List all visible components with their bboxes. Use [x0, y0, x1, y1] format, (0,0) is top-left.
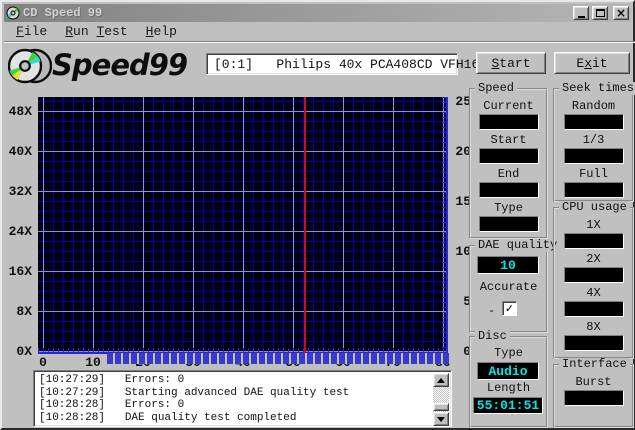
header-buttons: Start Exit — [476, 52, 630, 74]
cpu-1x-label: 1X — [586, 218, 601, 232]
maximize-button[interactable] — [592, 6, 608, 20]
maximize-icon — [595, 9, 605, 17]
seek-times-panel-title: Seek times — [559, 82, 635, 95]
cpu-2x-label: 2X — [586, 252, 601, 266]
interface-burst-display — [563, 390, 624, 406]
log-box: [10:27:29] Errors: 0 [10:27:29] Starting … — [33, 370, 452, 427]
right-axis-ruler — [442, 97, 448, 354]
cpu-8x-label: 8X — [586, 320, 601, 334]
seek-times-panel-body: Random 1/3 Full — [555, 90, 632, 198]
drive-select-value: [0:1] Philips 40x PCA408CD VFH16 — [214, 56, 480, 72]
accurate-checkbox[interactable]: ✓ — [502, 301, 517, 316]
seek-full-label: Full — [579, 167, 608, 181]
cpu-4x-display — [563, 301, 624, 317]
log-line: [10:28:28] DAE quality test completed — [39, 411, 297, 424]
menu-item-run-test[interactable]: Run Test — [56, 22, 136, 42]
arrow-down-icon — [437, 416, 445, 422]
menu-item-file[interactable]: File — [7, 22, 56, 42]
scroll-up-button[interactable] — [433, 373, 449, 387]
interface-panel-body: Burst — [555, 366, 632, 406]
close-icon: × — [615, 6, 627, 20]
left-axis-tick: 24X — [8, 224, 32, 239]
scroll-down-button[interactable] — [433, 412, 449, 426]
speed-current-label: Current — [483, 99, 534, 113]
menubar: File Run Test Help — [4, 22, 635, 42]
speed-panel-title: Speed — [475, 82, 518, 95]
speed-end-display — [478, 182, 539, 198]
seek-1-3-label: 1/3 — [582, 133, 605, 147]
accurate-dash-label: - — [488, 304, 496, 318]
cpu-4x-label: 4X — [586, 286, 601, 300]
left-axis-labels: 48X 40X 32X 24X 16X 8X 0X — [2, 97, 35, 359]
cd-speed-logo-icon — [8, 48, 52, 84]
cpu-usage-panel-title: CPU usage — [559, 201, 630, 214]
dae-quality-panel: DAE quality 10 Accurate - ✓ — [469, 239, 561, 333]
left-axis-tick: 0X — [16, 344, 32, 359]
drive-select[interactable]: [0:1] Philips 40x PCA408CD VFH16 — [206, 53, 490, 75]
start-button[interactable]: Start — [476, 52, 546, 74]
left-axis-tick: 40X — [8, 144, 32, 159]
titlebar[interactable]: CD Speed 99 × — [4, 4, 631, 22]
seek-full-display — [563, 182, 624, 198]
disc-type-display: Audio — [477, 362, 539, 380]
speed-panel: Speed Current Start End Type — [469, 82, 548, 239]
arrow-up-icon — [437, 377, 445, 383]
interface-panel: Interface Burst — [553, 358, 634, 428]
left-axis-tick: 48X — [8, 104, 32, 119]
interface-panel-title: Interface — [559, 358, 630, 371]
cpu-2x-display — [563, 267, 624, 283]
seek-1-3-display — [563, 148, 624, 164]
exit-button[interactable]: Exit — [554, 52, 630, 74]
seek-random-label: Random — [571, 99, 616, 113]
speed-panel-body: Current Start End Type — [471, 90, 546, 232]
log-lines: [10:27:29] Errors: 0 [10:27:29] Starting … — [39, 374, 429, 424]
speed-current-display — [478, 114, 539, 130]
app-logo-text: Speed99 — [52, 48, 188, 82]
log-line: [10:27:29] Errors: 0 — [39, 374, 185, 386]
scrollbar-thumb[interactable] — [433, 403, 449, 411]
x-axis-tick: 0 — [39, 355, 47, 370]
minimize-icon — [577, 15, 585, 18]
app-window: CD Speed 99 × File Run Test Help Speed99 [… — [0, 0, 635, 430]
disc-length-display: 55:01:51 — [473, 397, 543, 414]
x-axis-tick: 10 — [85, 355, 101, 370]
disc-length-label: Length — [486, 381, 531, 395]
dae-quality-panel-title: DAE quality — [475, 239, 561, 252]
left-axis-tick: 16X — [8, 264, 32, 279]
accurate-label: Accurate — [479, 280, 538, 294]
cpu-usage-panel: CPU usage 1X 2X 4X 8X — [553, 201, 634, 359]
cpu-usage-panel-body: 1X 2X 4X 8X — [555, 209, 632, 351]
left-axis-tick: 8X — [16, 304, 32, 319]
close-button[interactable]: × — [613, 6, 629, 20]
log-scrollbar[interactable] — [433, 373, 449, 426]
seek-times-panel: Seek times Random 1/3 Full — [553, 82, 635, 202]
interface-burst-label: Burst — [575, 375, 612, 389]
speed-start-label: Start — [490, 133, 527, 147]
dae-quality-display: 10 — [477, 256, 539, 274]
speed-type-display — [478, 216, 539, 232]
log-line: [10:27:29] Starting advanced DAE quality… — [39, 386, 350, 399]
disc-type-label: Type — [494, 346, 523, 360]
speed-end-label: End — [497, 167, 520, 181]
disc-panel: Disc Type Audio Length 55:01:51 — [469, 330, 548, 428]
right-axis-labels: 25 20 15 10 5 0 — [450, 94, 471, 359]
window-title: CD Speed 99 — [23, 6, 103, 20]
chart-area — [38, 97, 448, 354]
cpu-8x-display — [563, 335, 624, 351]
menu-item-help[interactable]: Help — [137, 22, 186, 42]
minimize-button[interactable] — [573, 6, 589, 20]
disc-end-marker-line — [304, 97, 306, 354]
cpu-1x-display — [563, 233, 624, 249]
log-line: [10:28:28] Errors: 0 — [39, 399, 185, 411]
app-icon — [6, 6, 20, 20]
speed-start-display — [478, 148, 539, 164]
seek-random-display — [563, 114, 624, 130]
disc-panel-title: Disc — [475, 330, 510, 343]
left-axis-tick: 32X — [8, 184, 32, 199]
progress-bar — [107, 353, 450, 364]
speed-type-label: Type — [494, 201, 523, 215]
